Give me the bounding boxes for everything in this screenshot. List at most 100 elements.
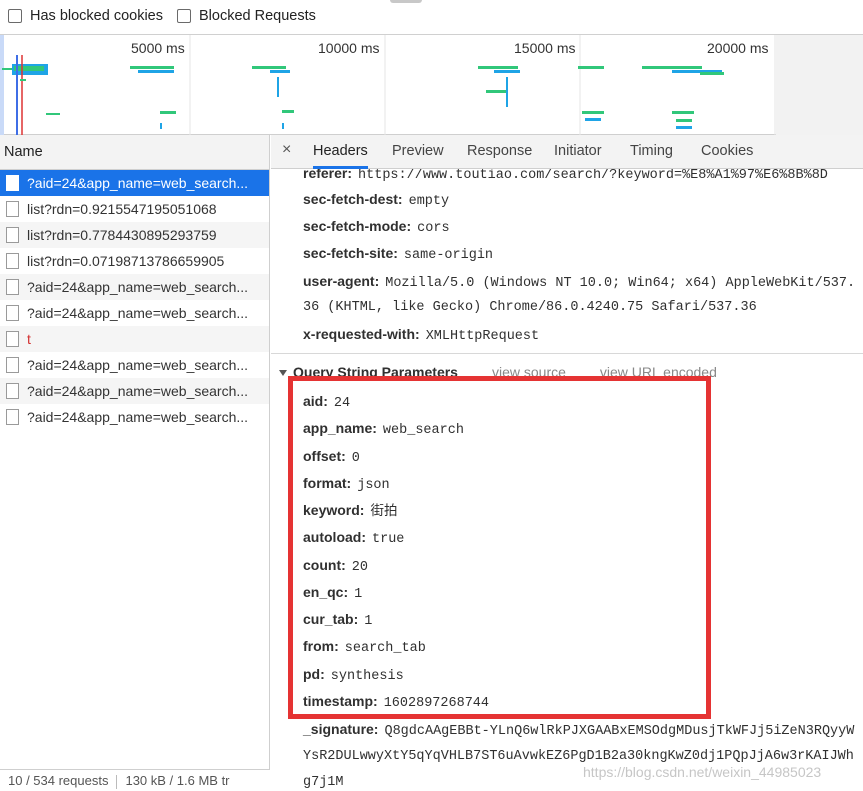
request-row[interactable]: ?aid=24&app_name=web_search... — [0, 404, 269, 430]
checkbox-box[interactable] — [177, 9, 191, 23]
request-list: Name ?aid=24&app_name=web_search... list… — [0, 135, 270, 791]
param-keyword: keyword: 街拍 — [303, 497, 397, 524]
header-user-agent: user-agent: Mozilla/5.0 (Windows NT 10.0;… — [303, 268, 855, 295]
request-row[interactable]: ?aid=24&app_name=web_search... — [0, 352, 269, 378]
param-value: search_tab — [344, 641, 426, 656]
name-column-header[interactable]: Name — [0, 135, 269, 170]
file-icon — [6, 227, 19, 243]
param-value: true — [372, 532, 405, 547]
file-icon — [6, 305, 19, 321]
request-name: ?aid=24&app_name=web_search... — [27, 409, 249, 425]
param-pd: pd: synthesis — [303, 661, 404, 688]
request-row[interactable]: ?aid=24&app_name=web_search... — [0, 378, 269, 404]
param-key: app_name: — [303, 420, 377, 436]
blocked-requests-label: Blocked Requests — [199, 8, 316, 24]
header-user-agent-continued: 36 (KHTML, like Gecko) Chrome/86.0.4240.… — [303, 300, 757, 315]
request-name: ?aid=24&app_name=web_search... — [27, 357, 249, 373]
request-name: ?aid=24&app_name=web_search... — [27, 175, 249, 191]
param-from: from: search_tab — [303, 633, 426, 660]
param-value: 1602897268744 — [383, 696, 490, 711]
param-key: keyword: — [303, 502, 365, 518]
request-row[interactable]: list?rdn=0.7784430895293759 — [0, 222, 269, 248]
param-timestamp: timestamp: 1602897268744 — [303, 688, 489, 715]
file-icon — [6, 201, 19, 217]
param-key: count: — [303, 557, 346, 573]
param-count: count: 20 — [303, 552, 368, 579]
collapse-triangle-icon[interactable] — [279, 370, 287, 377]
request-name: list?rdn=0.9215547195051068 — [27, 201, 217, 217]
has-blocked-cookies-checkbox[interactable]: Has blocked cookies — [8, 8, 163, 24]
param-key: timestamp: — [303, 693, 378, 709]
timeline-tick: 15000 ms — [514, 40, 576, 56]
header-sec-fetch-dest: sec-fetch-dest: empty — [303, 186, 449, 213]
filter-bar: Has blocked cookies Blocked Requests — [0, 0, 863, 35]
request-name: list?rdn=0.07198713786659905 — [27, 253, 225, 269]
request-row[interactable]: list?rdn=0.07198713786659905 — [0, 248, 269, 274]
watermark-text: https://blog.csdn.net/weixin_44985023 — [583, 764, 822, 780]
param-key: pd: — [303, 666, 325, 682]
checkbox-box[interactable] — [8, 9, 22, 23]
request-name: list?rdn=0.7784430895293759 — [27, 227, 217, 243]
timeline-tick: 20000 ms — [707, 40, 769, 56]
request-name: ?aid=24&app_name=web_search... — [27, 305, 249, 321]
status-separator — [116, 774, 118, 789]
network-status-bar: 10 / 534 requests 130 kB / 1.6 MB tr — [0, 769, 270, 791]
header-key: referer: — [303, 169, 353, 181]
scrollbar-thumb[interactable] — [390, 0, 422, 3]
header-value: empty — [408, 194, 450, 209]
tab-headers[interactable]: Headers — [313, 135, 368, 169]
param-key: autoload: — [303, 529, 366, 545]
param-en-qc: en_qc: 1 — [303, 579, 362, 606]
param-key: format: — [303, 475, 352, 491]
request-name: ?aid=24&app_name=web_search... — [27, 383, 249, 399]
file-icon — [6, 331, 19, 347]
param-key: cur_tab: — [303, 611, 359, 627]
blocked-requests-checkbox[interactable]: Blocked Requests — [177, 8, 316, 24]
param-cur-tab: cur_tab: 1 — [303, 606, 372, 633]
request-row[interactable]: ?aid=24&app_name=web_search... — [0, 170, 269, 196]
tab-timing[interactable]: Timing — [630, 135, 673, 169]
tab-initiator[interactable]: Initiator — [554, 135, 602, 169]
close-icon[interactable]: × — [282, 141, 291, 159]
timeline-tick: 5000 ms — [131, 40, 185, 56]
param-value: 街拍 — [370, 505, 398, 520]
param-value: Q8gdcAAgEBBt-YLnQ6wlRkPJXGAABxEMSOdgMDus… — [384, 724, 855, 739]
request-row[interactable]: ?aid=24&app_name=web_search... — [0, 274, 269, 300]
header-value: same-origin — [403, 248, 494, 263]
header-x-requested-with: x-requested-with: XMLHttpRequest — [303, 321, 539, 348]
header-value: XMLHttpRequest — [425, 329, 540, 344]
network-overview-timeline[interactable]: 5000 ms 10000 ms 15000 ms 20000 ms — [0, 35, 863, 135]
detail-tab-bar: × Headers Preview Response Initiator Tim… — [271, 135, 863, 169]
view-source-link[interactable]: view source — [492, 364, 566, 380]
request-detail-pane: × Headers Preview Response Initiator Tim… — [271, 135, 863, 791]
request-row[interactable]: list?rdn=0.9215547195051068 — [0, 196, 269, 222]
view-url-encoded-link[interactable]: view URL encoded — [600, 364, 717, 380]
request-row[interactable]: ?aid=24&app_name=web_search... — [0, 300, 269, 326]
transfer-size: 130 kB / 1.6 MB tr — [125, 773, 230, 788]
param-value: 20 — [351, 560, 368, 575]
has-blocked-cookies-label: Has blocked cookies — [30, 8, 163, 24]
query-string-section-header[interactable]: Query String Parameters view source view U… — [279, 360, 717, 384]
param-key: offset: — [303, 448, 346, 464]
param-value: 1 — [364, 614, 373, 629]
param-key: from: — [303, 638, 339, 654]
file-icon — [6, 253, 19, 269]
section-title: Query String Parameters — [293, 364, 458, 380]
header-value: Mozilla/5.0 (Windows NT 10.0; Win64; x64… — [385, 276, 856, 291]
header-referer: referer: https://www.toutiao.com/search/?… — [303, 169, 828, 187]
param-app-name: app_name: web_search — [303, 415, 464, 442]
param-value: json — [357, 478, 390, 493]
request-rows: ?aid=24&app_name=web_search... list?rdn=… — [0, 170, 269, 430]
tab-response[interactable]: Response — [467, 135, 532, 169]
header-sec-fetch-mode: sec-fetch-mode: cors — [303, 213, 450, 240]
param-value: synthesis — [330, 669, 404, 684]
param-value: 0 — [351, 451, 360, 466]
header-key: sec-fetch-site: — [303, 245, 398, 261]
header-value: https://www.toutiao.com/search/?keyword=… — [358, 169, 828, 183]
section-divider — [271, 353, 863, 354]
request-count: 10 / 534 requests — [8, 773, 109, 788]
request-row[interactable]: t — [0, 326, 269, 352]
param-value: 24 — [333, 396, 351, 411]
tab-preview[interactable]: Preview — [392, 135, 444, 169]
tab-cookies[interactable]: Cookies — [701, 135, 753, 169]
